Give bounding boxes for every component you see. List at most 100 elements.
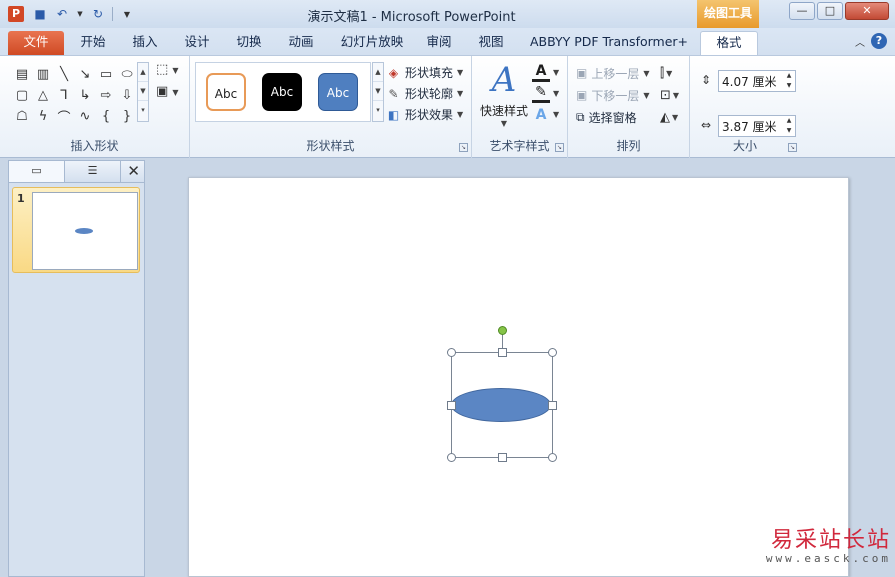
- textbox-draw-icon[interactable]: ▣ ▼: [156, 84, 179, 106]
- shape-width-field[interactable]: 3.87 厘米 ▲ ▼: [718, 115, 796, 137]
- maximize-button[interactable]: □: [817, 2, 843, 20]
- text-effects-button[interactable]: A ▼: [532, 104, 560, 125]
- shape-styles-launcher-icon[interactable]: ↘: [459, 143, 468, 152]
- style-scroll-down-icon[interactable]: ▼: [373, 82, 383, 101]
- width-spinner[interactable]: ▲ ▼: [783, 116, 795, 136]
- arc-icon[interactable]: ⌒: [54, 106, 74, 126]
- bring-forward-button[interactable]: ▣ 上移一层 ▼: [576, 62, 650, 84]
- style-sample-blue[interactable]: Abc: [318, 73, 358, 111]
- tab-review[interactable]: 审阅: [418, 31, 460, 55]
- style-gallery-scroll[interactable]: ▲ ▼ ▾: [372, 62, 384, 122]
- resize-handle-left[interactable]: [447, 401, 456, 410]
- text-outline-button[interactable]: ✎ ▼: [532, 83, 559, 104]
- resize-handle-top-left[interactable]: [447, 348, 456, 357]
- resize-handle-right[interactable]: [548, 401, 557, 410]
- elbow-arrow-connector-icon[interactable]: ↳: [75, 85, 95, 105]
- resize-handle-bottom-left[interactable]: [447, 453, 456, 462]
- title-bar: P ■ ↶ ▼ ↻ ▼ 演示文稿1 - Microsoft PowerPoint…: [0, 0, 895, 28]
- edit-shape-controls: ⬚ ▼ ▣ ▼: [156, 62, 179, 106]
- scroll-down-icon[interactable]: ▼: [138, 82, 148, 101]
- align-icon[interactable]: ⫿ ▼: [660, 62, 679, 84]
- shapes-gallery-scroll[interactable]: ▲ ▼ ▾: [137, 62, 149, 122]
- minimize-button[interactable]: —: [789, 2, 815, 20]
- tab-animations[interactable]: 动画: [280, 31, 322, 55]
- resize-handle-top[interactable]: [498, 348, 507, 357]
- shape-height-icon: ⇕: [700, 73, 712, 87]
- shape-outline-button[interactable]: ✎ 形状轮廓 ▼: [386, 83, 463, 104]
- freeform-icon[interactable]: ☖: [12, 106, 32, 126]
- more-shapes-icon[interactable]: ▾: [138, 101, 148, 120]
- wordart-launcher-icon[interactable]: ↘: [555, 143, 564, 152]
- tab-design[interactable]: 设计: [176, 31, 218, 55]
- selection-box[interactable]: [447, 326, 557, 462]
- tab-view[interactable]: 视图: [470, 31, 512, 55]
- resize-handle-top-right[interactable]: [548, 348, 557, 357]
- quick-styles-label: 快速样式: [479, 104, 528, 118]
- ribbon-tabs: 文件 开始 插入 设计 切换 动画 幻灯片放映 审阅 视图 ABBYY PDF …: [0, 28, 895, 55]
- selection-pane-button[interactable]: ⧉ 选择窗格: [576, 106, 650, 128]
- textbox-icon[interactable]: ▤: [12, 64, 32, 84]
- line-icon[interactable]: ╲: [54, 64, 74, 84]
- right-arrow-icon[interactable]: ⇨: [96, 85, 116, 105]
- slide-number: 1: [17, 192, 25, 205]
- oval-icon[interactable]: ⬭: [117, 64, 137, 84]
- rotate-icon[interactable]: ◭ ▼: [660, 106, 679, 128]
- shape-height-field[interactable]: 4.07 厘米 ▲ ▼: [718, 70, 796, 92]
- chevron-down-icon: ▼: [500, 119, 508, 128]
- arrow-line-icon[interactable]: ↘: [75, 64, 95, 84]
- help-icon[interactable]: ?: [871, 33, 887, 49]
- style-more-icon[interactable]: ▾: [373, 101, 383, 120]
- style-scroll-up-icon[interactable]: ▲: [373, 63, 383, 82]
- lightning-icon[interactable]: ϟ: [33, 106, 53, 126]
- shapes-gallery: ▤ ▥ ╲ ↘ ▭ ⬭ ▢ △ ⅂ ↳ ⇨ ⇩ ☖ ϟ ⌒ ∿ { }: [12, 64, 137, 126]
- tab-format[interactable]: 格式: [700, 31, 758, 55]
- quick-styles-button[interactable]: A 快速样式 ▼: [478, 60, 530, 128]
- down-arrow-icon[interactable]: ⇩: [117, 85, 137, 105]
- tab-insert[interactable]: 插入: [124, 31, 166, 55]
- slide-thumbnail-item[interactable]: 1: [12, 187, 140, 273]
- tab-transitions[interactable]: 切换: [228, 31, 270, 55]
- right-brace-icon[interactable]: }: [117, 106, 137, 126]
- curve-icon[interactable]: ∿: [75, 106, 95, 126]
- size-launcher-icon[interactable]: ↘: [788, 143, 797, 152]
- send-backward-icon: ▣: [576, 88, 588, 102]
- shape-effects-label: 形状效果: [405, 108, 454, 122]
- shape-height-value: 4.07 厘米: [722, 74, 777, 89]
- close-button[interactable]: ✕: [845, 2, 889, 20]
- shape-fill-button[interactable]: ◈ 形状填充 ▼: [386, 62, 463, 83]
- text-effects-icon: A: [535, 106, 547, 123]
- tab-file[interactable]: 文件: [8, 31, 64, 55]
- style-sample-black[interactable]: Abc: [262, 73, 302, 111]
- text-fill-button[interactable]: A ▼: [532, 62, 559, 83]
- triangle-icon[interactable]: △: [33, 85, 53, 105]
- elbow-connector-icon[interactable]: ⅂: [54, 85, 74, 105]
- text-fill-icon: A: [532, 63, 550, 82]
- send-backward-button[interactable]: ▣ 下移一层 ▼: [576, 84, 650, 106]
- slides-tab-icon[interactable]: ▭: [9, 161, 65, 182]
- outline-tab-icon[interactable]: ☰: [65, 161, 121, 182]
- rectangle-icon[interactable]: ▭: [96, 64, 116, 84]
- resize-handle-bottom-right[interactable]: [548, 453, 557, 462]
- shape-effects-button[interactable]: ◧ 形状效果 ▼: [386, 104, 463, 125]
- height-spinner[interactable]: ▲ ▼: [783, 71, 795, 91]
- minimize-ribbon-icon[interactable]: ︿: [855, 34, 865, 49]
- rotation-handle[interactable]: [498, 326, 507, 335]
- edit-shape-icon[interactable]: ⬚ ▼: [156, 62, 179, 84]
- selection-pane-label: 选择窗格: [588, 110, 637, 125]
- thumbnail-ellipse: [75, 228, 93, 234]
- slide-thumbnail[interactable]: [32, 192, 138, 270]
- vertical-textbox-icon[interactable]: ▥: [33, 64, 53, 84]
- left-brace-icon[interactable]: {: [96, 106, 116, 126]
- tab-abbyy[interactable]: ABBYY PDF Transformer+: [526, 31, 692, 55]
- scroll-up-icon[interactable]: ▲: [138, 63, 148, 82]
- rounded-rectangle-icon[interactable]: ▢: [12, 85, 32, 105]
- send-backward-label: 下移一层: [591, 88, 640, 103]
- group-icon[interactable]: ⊡ ▼: [660, 84, 679, 106]
- style-sample-outline[interactable]: Abc: [206, 73, 246, 111]
- tab-slideshow[interactable]: 幻灯片放映: [332, 31, 412, 55]
- tab-home[interactable]: 开始: [72, 31, 114, 55]
- resize-handle-bottom[interactable]: [498, 453, 507, 462]
- close-pane-icon[interactable]: ✕: [127, 162, 140, 180]
- slide[interactable]: [188, 177, 849, 577]
- watermark-url: www.easck.com: [765, 552, 891, 565]
